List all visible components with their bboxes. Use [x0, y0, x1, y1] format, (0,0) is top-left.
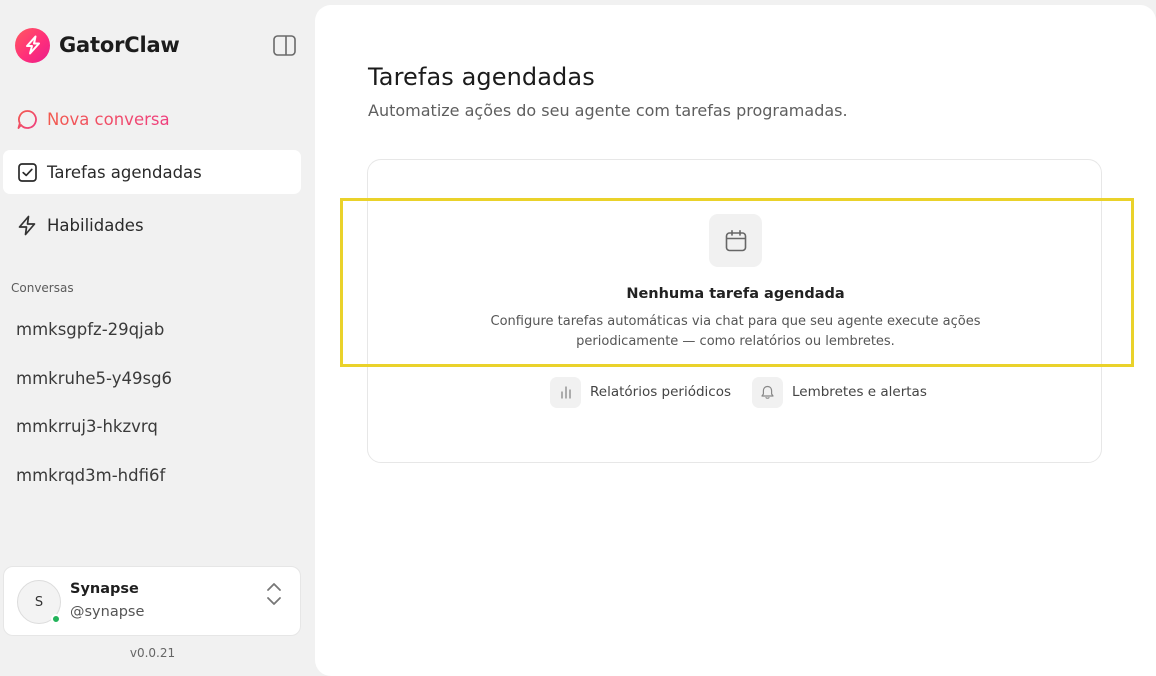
empty-state-title: Nenhuma tarefa agendada — [626, 286, 845, 302]
user-handle: @synapse — [70, 604, 145, 620]
chevrons-up-down-icon — [267, 583, 281, 605]
checkbox-icon — [16, 161, 38, 183]
sidebar-toggle-button[interactable] — [272, 34, 296, 56]
chip-reminders-alerts: Lembretes e alertas — [752, 376, 927, 408]
chip-label: Relatórios periódicos — [590, 384, 732, 400]
nav-new-conversation[interactable]: Nova conversa — [3, 97, 301, 141]
nav-label: Nova conversa — [47, 109, 170, 129]
user-name: Synapse — [70, 581, 139, 597]
lightning-icon — [16, 214, 38, 236]
main-content: Tarefas agendadas Automatize ações do se… — [315, 5, 1156, 676]
app-version: v0.0.21 — [129, 646, 176, 660]
chip-label: Lembretes e alertas — [792, 384, 927, 400]
calendar-icon — [709, 214, 762, 267]
chat-plus-icon — [16, 108, 38, 130]
page-subtitle: Automatize ações do seu agente com taref… — [368, 101, 848, 120]
nav-label: Habilidades — [47, 215, 144, 235]
conversation-item[interactable]: mmksgpfz-29qjab — [16, 320, 164, 339]
brand-name: GatorClaw — [59, 33, 180, 57]
brand[interactable]: GatorClaw — [15, 27, 180, 63]
empty-state-card: Nenhuma tarefa agendada Configure tarefa… — [367, 159, 1102, 463]
conversations-section-label: Conversas — [11, 281, 74, 295]
online-status-indicator — [51, 614, 61, 624]
nav-label: Tarefas agendadas — [47, 162, 202, 182]
gatorclaw-logo-icon — [15, 27, 50, 63]
conversation-item[interactable]: mmkrqd3m-hdfi6f — [16, 466, 165, 485]
page-title: Tarefas agendadas — [368, 63, 595, 91]
conversation-item[interactable]: mmkrruj3-hkzvrq — [16, 417, 158, 436]
bar-chart-icon — [550, 376, 581, 408]
sidebar-toggle-icon — [272, 34, 296, 56]
chip-periodic-reports: Relatórios periódicos — [550, 376, 731, 408]
user-menu-card[interactable]: S Synapse @synapse — [3, 566, 301, 636]
conversation-item[interactable]: mmkruhe5-y49sg6 — [16, 369, 172, 388]
sidebar: GatorClaw Nova conversa Tarefas agendada… — [0, 0, 315, 676]
nav-skills[interactable]: Habilidades — [3, 203, 301, 247]
empty-state-description: Configure tarefas automáticas via chat p… — [490, 314, 981, 349]
nav-scheduled-tasks[interactable]: Tarefas agendadas — [3, 150, 301, 194]
bell-icon — [752, 376, 783, 408]
